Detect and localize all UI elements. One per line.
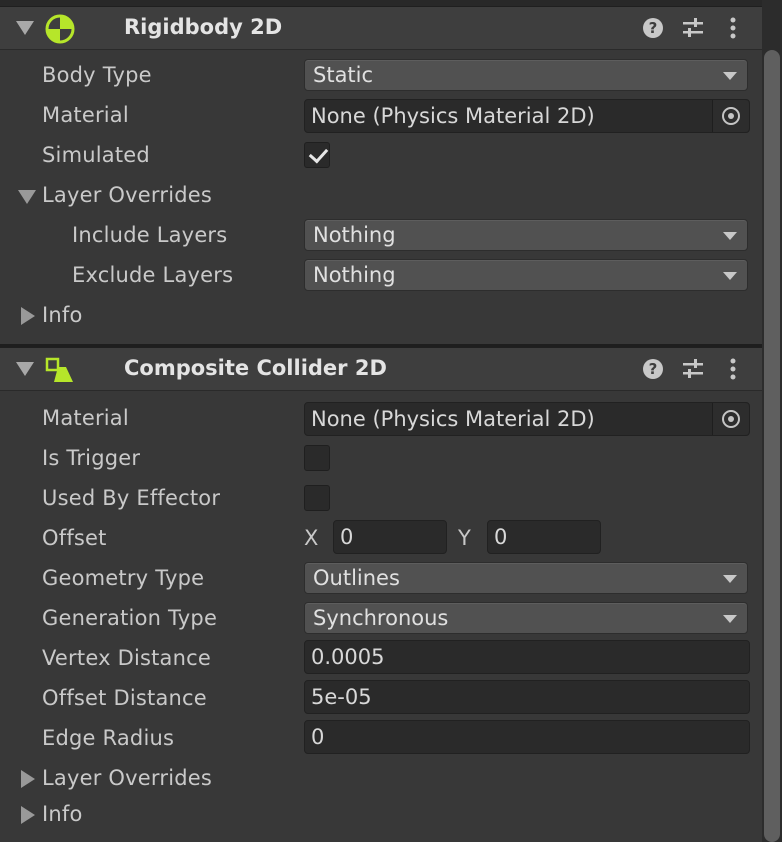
dropdown-arrow-icon [723,575,737,583]
rigidbody-info-label[interactable]: Info [42,303,83,327]
used-by-effector-checkbox[interactable] [304,485,330,511]
help-icon[interactable]: ? [641,16,665,40]
rigidbody2d-icon [45,14,75,44]
composite-info-row[interactable]: Info [0,795,762,835]
offset-distance-value: 5e-05 [311,685,372,709]
offset-row: Offset X 0 Y 0 [0,519,762,559]
generation-type-value: Synchronous [313,606,449,630]
composite-layer-overrides-label[interactable]: Layer Overrides [42,766,212,790]
offset-x-label[interactable]: X [304,526,318,550]
vertex-distance-row: Vertex Distance 0.0005 [0,639,762,679]
dropdown-arrow-icon [723,232,737,240]
presets-icon[interactable] [681,357,705,381]
offset-y-value: 0 [494,525,508,549]
offset-distance-row: Offset Distance 5e-05 [0,679,762,719]
include-layers-row: Include Layers Nothing [0,216,762,256]
simulated-checkbox[interactable] [304,142,330,168]
edge-radius-input[interactable]: 0 [304,720,750,754]
scrollbar-thumb[interactable] [764,50,780,842]
simulated-row: Simulated [0,136,762,176]
composite-collider2d-title: Composite Collider 2D [124,356,387,380]
dropdown-arrow-icon [723,72,737,80]
generation-type-row: Generation Type Synchronous [0,599,762,639]
offset-label: Offset [42,526,107,550]
layer-overrides-fold-icon[interactable] [18,190,36,204]
composite-material-label: Material [42,406,129,430]
rigidbody-material-row: Material None (Physics Material 2D) [0,96,762,136]
rigidbody-layer-overrides-label[interactable]: Layer Overrides [42,183,212,207]
body-type-dropdown[interactable]: Static [304,59,748,91]
geometry-type-label: Geometry Type [42,566,205,590]
edge-radius-value: 0 [311,725,325,749]
object-picker-icon[interactable] [712,403,749,435]
simulated-label: Simulated [42,143,150,167]
composite-material-value: None (Physics Material 2D) [311,407,595,431]
rigidbody2d-title: Rigidbody 2D [124,15,283,39]
exclude-layers-label: Exclude Layers [72,263,234,287]
composite-layer-overrides-row[interactable]: Layer Overrides [0,759,762,799]
offset-y-label[interactable]: Y [458,526,471,550]
dropdown-arrow-icon [723,272,737,280]
body-type-row: Body Type Static [0,56,762,96]
include-layers-dropdown[interactable]: Nothing [304,219,748,251]
exclude-layers-value: Nothing [313,263,396,287]
composite-material-row: Material None (Physics Material 2D) [0,399,762,439]
edge-radius-row: Edge Radius 0 [0,719,762,759]
is-trigger-row: Is Trigger [0,439,762,479]
presets-icon[interactable] [681,16,705,40]
is-trigger-checkbox[interactable] [304,445,330,471]
include-layers-value: Nothing [313,223,396,247]
offset-distance-input[interactable]: 5e-05 [304,680,750,714]
kebab-menu-icon[interactable] [721,357,745,381]
offset-distance-label: Offset Distance [42,686,207,710]
rigidbody-info-row[interactable]: Info [0,296,762,336]
include-layers-label: Include Layers [72,223,228,247]
body-type-label: Body Type [42,63,152,87]
vertex-distance-value: 0.0005 [311,645,385,669]
object-picker-icon[interactable] [712,100,749,132]
composite-collider2d-icon [45,357,73,382]
offset-y-input[interactable]: 0 [487,520,601,554]
checkmark-icon [308,143,329,164]
rigidbody2d-header[interactable]: Rigidbody 2D ? [0,6,762,50]
rigidbody-material-label: Material [42,103,129,127]
offset-x-input[interactable]: 0 [333,520,447,554]
geometry-type-dropdown[interactable]: Outlines [304,562,748,594]
exclude-layers-dropdown[interactable]: Nothing [304,259,748,291]
layer-overrides-fold-icon[interactable] [21,770,35,788]
svg-text:?: ? [649,19,658,37]
vertex-distance-input[interactable]: 0.0005 [304,640,750,674]
rigidbody-material-field[interactable]: None (Physics Material 2D) [304,99,750,133]
composite-collider2d-fold-icon[interactable] [16,362,34,376]
geometry-type-row: Geometry Type Outlines [0,559,762,599]
generation-type-label: Generation Type [42,606,218,630]
edge-radius-label: Edge Radius [42,726,175,750]
composite-collider2d-header[interactable]: Composite Collider 2D ? [0,347,762,391]
offset-x-value: 0 [340,525,354,549]
composite-material-field[interactable]: None (Physics Material 2D) [304,402,750,436]
is-trigger-label: Is Trigger [42,446,141,470]
kebab-menu-icon[interactable] [721,16,745,40]
info-fold-icon[interactable] [21,307,35,325]
vertex-distance-label: Vertex Distance [42,646,212,670]
generation-type-dropdown[interactable]: Synchronous [304,602,748,634]
dropdown-arrow-icon [723,615,737,623]
inspector-panel: Rigidbody 2D ? Body Type Static Material… [0,0,762,842]
used-by-effector-label: Used By Effector [42,486,221,510]
body-type-value: Static [313,63,374,87]
geometry-type-value: Outlines [313,566,400,590]
rigidbody2d-fold-icon[interactable] [16,21,34,35]
svg-text:?: ? [649,360,658,378]
exclude-layers-row: Exclude Layers Nothing [0,256,762,296]
composite-info-label[interactable]: Info [42,802,83,826]
info-fold-icon[interactable] [21,806,35,824]
rigidbody-layer-overrides-row[interactable]: Layer Overrides [0,176,762,216]
help-icon[interactable]: ? [641,357,665,381]
used-by-effector-row: Used By Effector [0,479,762,519]
rigidbody-material-value: None (Physics Material 2D) [311,104,595,128]
